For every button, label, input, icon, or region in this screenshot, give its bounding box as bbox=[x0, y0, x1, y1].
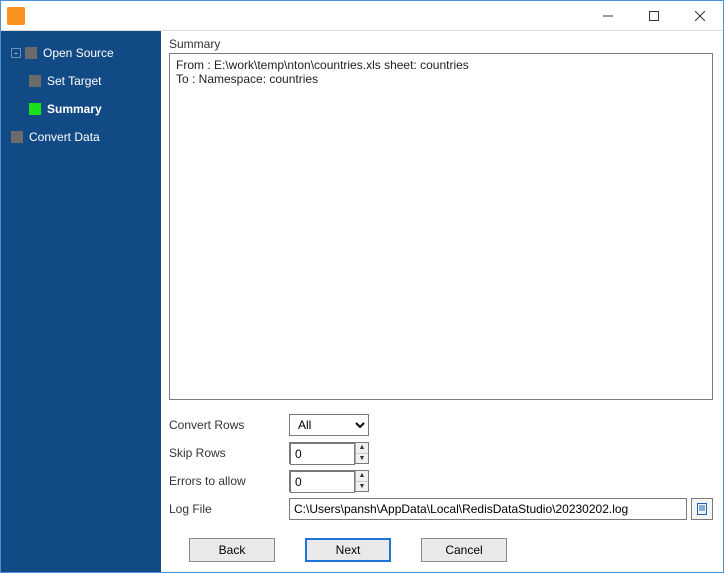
minimize-icon bbox=[603, 11, 613, 21]
maximize-icon bbox=[649, 11, 659, 21]
errors-allow-label: Errors to allow bbox=[169, 474, 289, 488]
close-icon bbox=[695, 11, 705, 21]
logfile-input[interactable] bbox=[289, 498, 687, 520]
maximize-button[interactable] bbox=[631, 1, 677, 31]
step-label: Open Source bbox=[43, 46, 114, 60]
tree-collapse-icon[interactable]: - bbox=[11, 48, 21, 58]
spin-up-icon[interactable]: ▲ bbox=[356, 443, 368, 454]
spin-down-icon[interactable]: ▼ bbox=[356, 482, 368, 492]
wizard-buttons: Back Next Cancel bbox=[169, 524, 713, 562]
options-form: Convert Rows All Skip Rows ▲ ▼ bbox=[169, 412, 713, 524]
wizard-steps-sidebar: - Open Source Set Target Summary Convert… bbox=[1, 31, 161, 572]
convert-rows-label: Convert Rows bbox=[169, 418, 289, 432]
errors-allow-input[interactable] bbox=[290, 471, 355, 493]
summary-textarea[interactable]: From : E:\work\temp\nton\countries.xls s… bbox=[169, 53, 713, 400]
spin-up-icon[interactable]: ▲ bbox=[356, 471, 368, 482]
step-status-icon bbox=[11, 131, 23, 143]
step-status-icon bbox=[25, 47, 37, 59]
back-button[interactable]: Back bbox=[189, 538, 275, 562]
step-label: Summary bbox=[47, 102, 102, 116]
titlebar bbox=[1, 1, 723, 31]
step-summary[interactable]: Summary bbox=[1, 95, 161, 123]
main-panel: Summary From : E:\work\temp\nton\countri… bbox=[161, 31, 723, 572]
close-button[interactable] bbox=[677, 1, 723, 31]
open-log-button[interactable] bbox=[691, 498, 713, 520]
app-icon bbox=[7, 7, 25, 25]
section-title: Summary bbox=[169, 37, 713, 51]
next-button[interactable]: Next bbox=[305, 538, 391, 562]
skip-rows-label: Skip Rows bbox=[169, 446, 289, 460]
step-status-icon bbox=[29, 75, 41, 87]
step-label: Set Target bbox=[47, 74, 101, 88]
step-convert-data[interactable]: Convert Data bbox=[1, 123, 161, 151]
spin-down-icon[interactable]: ▼ bbox=[356, 454, 368, 464]
step-open-source[interactable]: - Open Source bbox=[1, 39, 161, 67]
logfile-label: Log File bbox=[169, 502, 289, 516]
minimize-button[interactable] bbox=[585, 1, 631, 31]
step-status-icon bbox=[29, 103, 41, 115]
wizard-window: - Open Source Set Target Summary Convert… bbox=[0, 0, 724, 573]
cancel-button[interactable]: Cancel bbox=[421, 538, 507, 562]
document-icon bbox=[696, 503, 708, 515]
step-set-target[interactable]: Set Target bbox=[1, 67, 161, 95]
convert-rows-select[interactable]: All bbox=[289, 414, 369, 436]
skip-rows-input[interactable] bbox=[290, 443, 355, 465]
errors-allow-spinner[interactable]: ▲ ▼ bbox=[289, 470, 369, 492]
step-label: Convert Data bbox=[29, 130, 100, 144]
skip-rows-spinner[interactable]: ▲ ▼ bbox=[289, 442, 369, 464]
